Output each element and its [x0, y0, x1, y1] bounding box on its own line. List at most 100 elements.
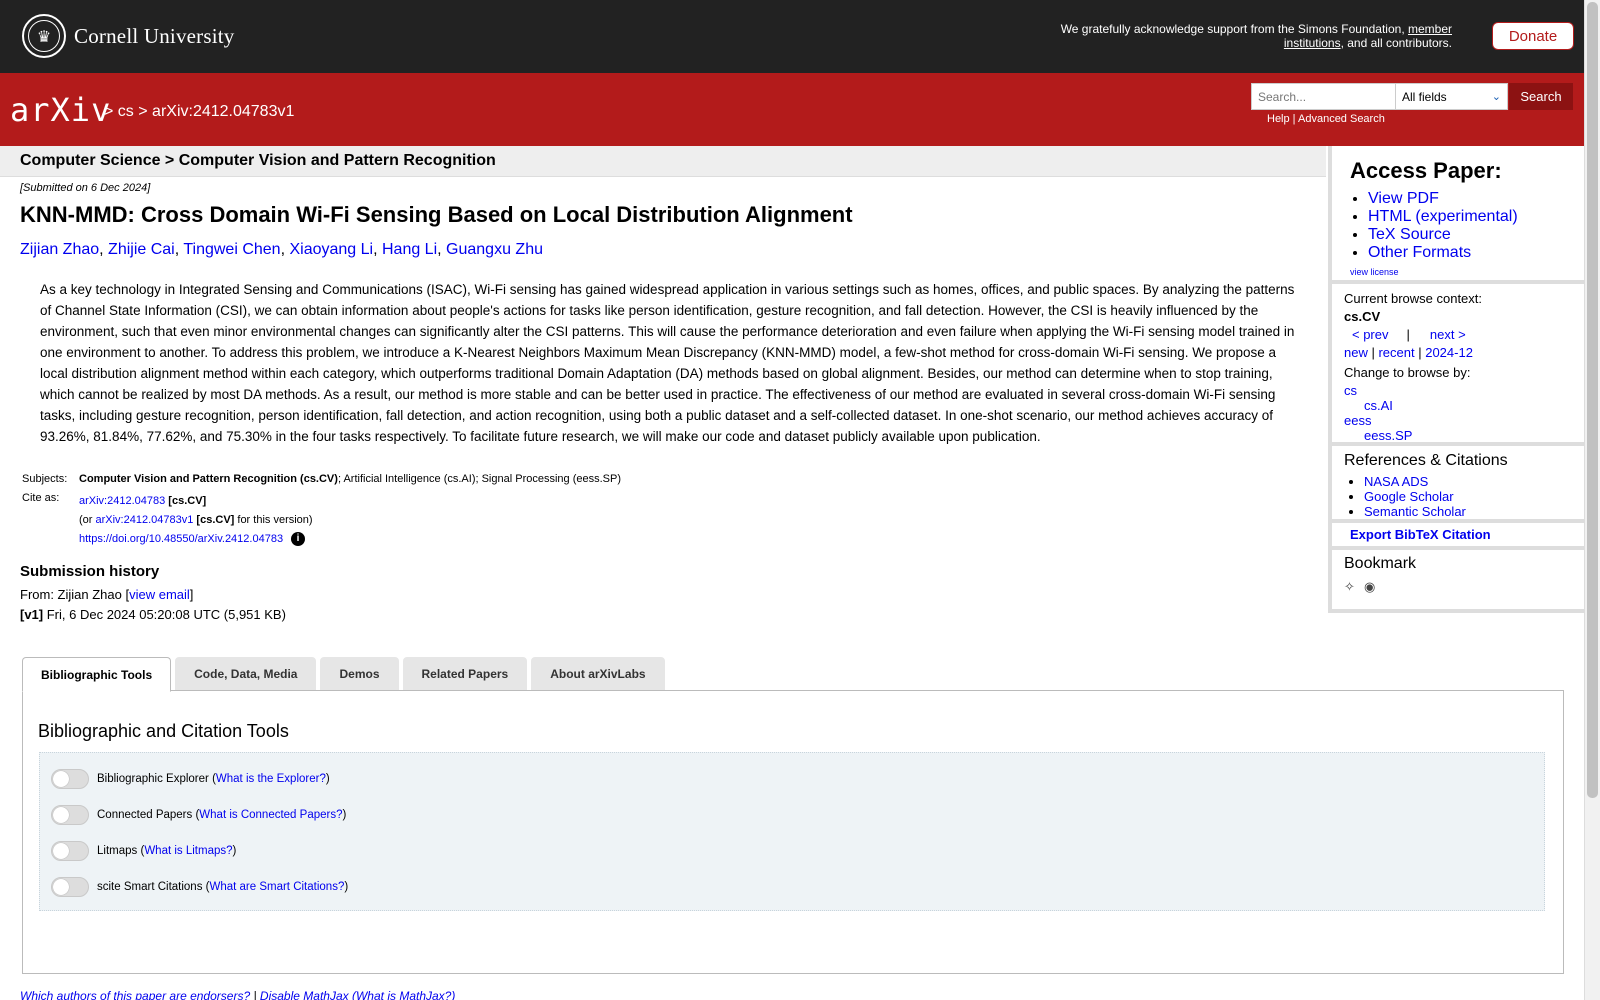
advanced-search-link[interactable]: Advanced Search [1298, 113, 1385, 125]
search-field-select[interactable]: All fields ⌄ [1396, 83, 1508, 110]
reddit-icon[interactable]: ◉ [1364, 579, 1380, 595]
author-link[interactable]: Xiaoyang Li [289, 241, 373, 258]
chevron-down-icon: ⌄ [1491, 91, 1501, 103]
nasa-ads-link[interactable]: NASA ADS [1364, 474, 1428, 489]
cite-id-link[interactable]: arXiv:2412.04783 [79, 495, 165, 507]
info-icon[interactable]: i [291, 532, 306, 547]
search-input[interactable]: Search... [1251, 83, 1396, 110]
panel-heading: Bibliographic and Citation Tools [38, 721, 289, 741]
export-bibtex-link[interactable]: Export BibTeX Citation [1350, 527, 1491, 542]
recent-link[interactable]: recent [1378, 345, 1414, 360]
prev-link[interactable]: < prev [1352, 326, 1389, 344]
tools-box: Bibliographic Explorer (What is the Expl… [39, 752, 1545, 911]
version-tag: [v1] [20, 607, 44, 622]
connected-papers-toggle[interactable] [51, 805, 89, 825]
subjects-label: Subjects: [22, 473, 68, 485]
browse-eess-sp-link[interactable]: eess.SP [1364, 428, 1412, 443]
metadata-table: Subjects: Computer Vision and Pattern Re… [22, 472, 625, 555]
references-heading: References & Citations [1344, 452, 1508, 469]
cornell-logo[interactable]: ♛ Cornell University [22, 14, 235, 58]
author-link[interactable]: Guangxu Zhu [446, 241, 543, 258]
view-pdf-link[interactable]: View PDF [1368, 190, 1439, 207]
new-link[interactable]: new [1344, 345, 1368, 360]
disable-mathjax-link[interactable]: Disable MathJax [260, 989, 349, 1000]
primary-subject: Computer Vision and Pattern Recognition … [79, 473, 338, 485]
browse-context-value: cs.CV [1344, 309, 1381, 324]
author-link[interactable]: Zhijie Cai [108, 241, 175, 258]
page-scrollbar[interactable] [1584, 0, 1600, 1000]
what-is-connected-papers-link[interactable]: What is Connected Papers? [199, 809, 342, 821]
help-link[interactable]: Help [1267, 113, 1290, 125]
tex-source-link[interactable]: TeX Source [1368, 226, 1451, 243]
tool-row-explorer: Bibliographic Explorer (What is the Expl… [51, 768, 330, 790]
author-link[interactable]: Hang Li [382, 241, 437, 258]
labs-tabs: Bibliographic Tools Code, Data, Media De… [22, 657, 665, 692]
scite-toggle[interactable] [51, 877, 89, 897]
bookmark-heading: Bookmark [1344, 555, 1417, 572]
access-paper-box: Access Paper: View PDF HTML (experimenta… [1332, 146, 1586, 284]
what-is-litmaps-link[interactable]: What is Litmaps? [144, 845, 232, 857]
google-scholar-link[interactable]: Google Scholar [1364, 489, 1454, 504]
browse-cs-ai-link[interactable]: cs.AI [1364, 398, 1393, 413]
author-list: Zijian Zhao, Zhijie Cai, Tingwei Chen, X… [20, 241, 543, 258]
litmaps-toggle[interactable] [51, 841, 89, 861]
scrollbar-thumb[interactable] [1587, 2, 1598, 798]
browse-eess-link[interactable]: eess [1344, 413, 1371, 428]
submission-history-heading: Submission history [20, 563, 160, 580]
tab-demos[interactable]: Demos [320, 657, 399, 690]
arxiv-logo[interactable]: arXiv [10, 91, 111, 129]
acknowledgement-text: We gratefully acknowledge support from t… [1060, 22, 1452, 50]
abstract: As a key technology in Integrated Sensin… [40, 282, 1295, 444]
tab-related-papers[interactable]: Related Papers [402, 657, 528, 690]
breadcrumb-cs[interactable]: cs [118, 103, 134, 120]
search-form: Search... All fields ⌄ Search [1251, 83, 1573, 110]
arxiv-header: arXiv > cs > arXiv:2412.04783v1 Search..… [0, 73, 1584, 146]
cite-version-link[interactable]: arXiv:2412.04783v1 [96, 514, 194, 526]
category-bar: Computer Science > Computer Vision and P… [0, 146, 1326, 177]
change-browse-label: Change to browse by: [1344, 365, 1471, 380]
browse-lists: new | recent | 2024-12 [1344, 345, 1473, 360]
tab-about-arxivlabs[interactable]: About arXivLabs [531, 657, 665, 690]
help-links: Help | Advanced Search [1267, 113, 1385, 125]
access-paper-heading: Access Paper: [1350, 158, 1502, 183]
browse-categories: cs cs.AI eess eess.SP [1344, 383, 1586, 443]
cornell-name: Cornell University [74, 23, 235, 48]
search-button[interactable]: Search [1509, 83, 1573, 110]
bibtex-box: Export BibTeX Citation [1332, 523, 1586, 550]
next-link[interactable]: next > [1430, 326, 1466, 344]
donate-button[interactable]: Donate [1492, 22, 1574, 50]
what-are-smart-citations-link[interactable]: What are Smart Citations? [209, 881, 344, 893]
breadcrumb-paper-id: arXiv:2412.04783v1 [152, 103, 295, 120]
html-experimental-link[interactable]: HTML (experimental) [1368, 208, 1518, 225]
bibsonomy-icon[interactable]: ✧ [1344, 579, 1360, 595]
tool-row-connected-papers: Connected Papers (What is Connected Pape… [51, 804, 346, 826]
doi-link[interactable]: https://doi.org/10.48550/arXiv.2412.0478… [79, 533, 283, 545]
bookmark-icons: ✧ ◉ [1344, 579, 1586, 595]
tab-code-data-media[interactable]: Code, Data, Media [175, 657, 317, 690]
view-email-link[interactable]: view email [129, 587, 190, 602]
version-entry: [v1] Fri, 6 Dec 2024 05:20:08 UTC (5,951… [20, 607, 286, 622]
browse-cs-link[interactable]: cs [1344, 383, 1357, 398]
paper-main: [Submitted on 6 Dec 2024] KNN-MMD: Cross… [20, 182, 1310, 447]
browse-nav: < prev | next > [1352, 326, 1466, 344]
tab-bibliographic-tools[interactable]: Bibliographic Tools [22, 657, 172, 692]
what-is-mathjax-link[interactable]: (What is MathJax?) [352, 989, 455, 1000]
endorsers-link[interactable]: Which authors of this paper are endorser… [20, 989, 250, 1000]
semantic-scholar-link[interactable]: Semantic Scholar [1364, 504, 1466, 519]
tool-row-litmaps: Litmaps (What is Litmaps?) [51, 840, 236, 862]
footer-links: Which authors of this paper are endorser… [20, 989, 455, 1000]
cornell-seal-icon: ♛ [22, 14, 66, 58]
month-link[interactable]: 2024-12 [1425, 345, 1473, 360]
bibliographic-explorer-toggle[interactable] [51, 769, 89, 789]
view-license-link[interactable]: view license [1350, 267, 1586, 277]
paper-title: KNN-MMD: Cross Domain Wi-Fi Sensing Base… [20, 202, 853, 227]
browse-context-box: Current browse context: cs.CV < prev | n… [1332, 284, 1586, 446]
what-is-explorer-link[interactable]: What is the Explorer? [216, 773, 326, 785]
browse-context-label: Current browse context: [1344, 291, 1483, 306]
author-link[interactable]: Zijian Zhao [20, 241, 99, 258]
tab-panel: Bibliographic and Citation Tools Bibliog… [22, 690, 1564, 974]
author-link[interactable]: Tingwei Chen [183, 241, 280, 258]
submitted-date: [Submitted on 6 Dec 2024] [20, 182, 151, 194]
other-formats-link[interactable]: Other Formats [1368, 244, 1471, 261]
tool-row-scite: scite Smart Citations (What are Smart Ci… [51, 876, 348, 898]
